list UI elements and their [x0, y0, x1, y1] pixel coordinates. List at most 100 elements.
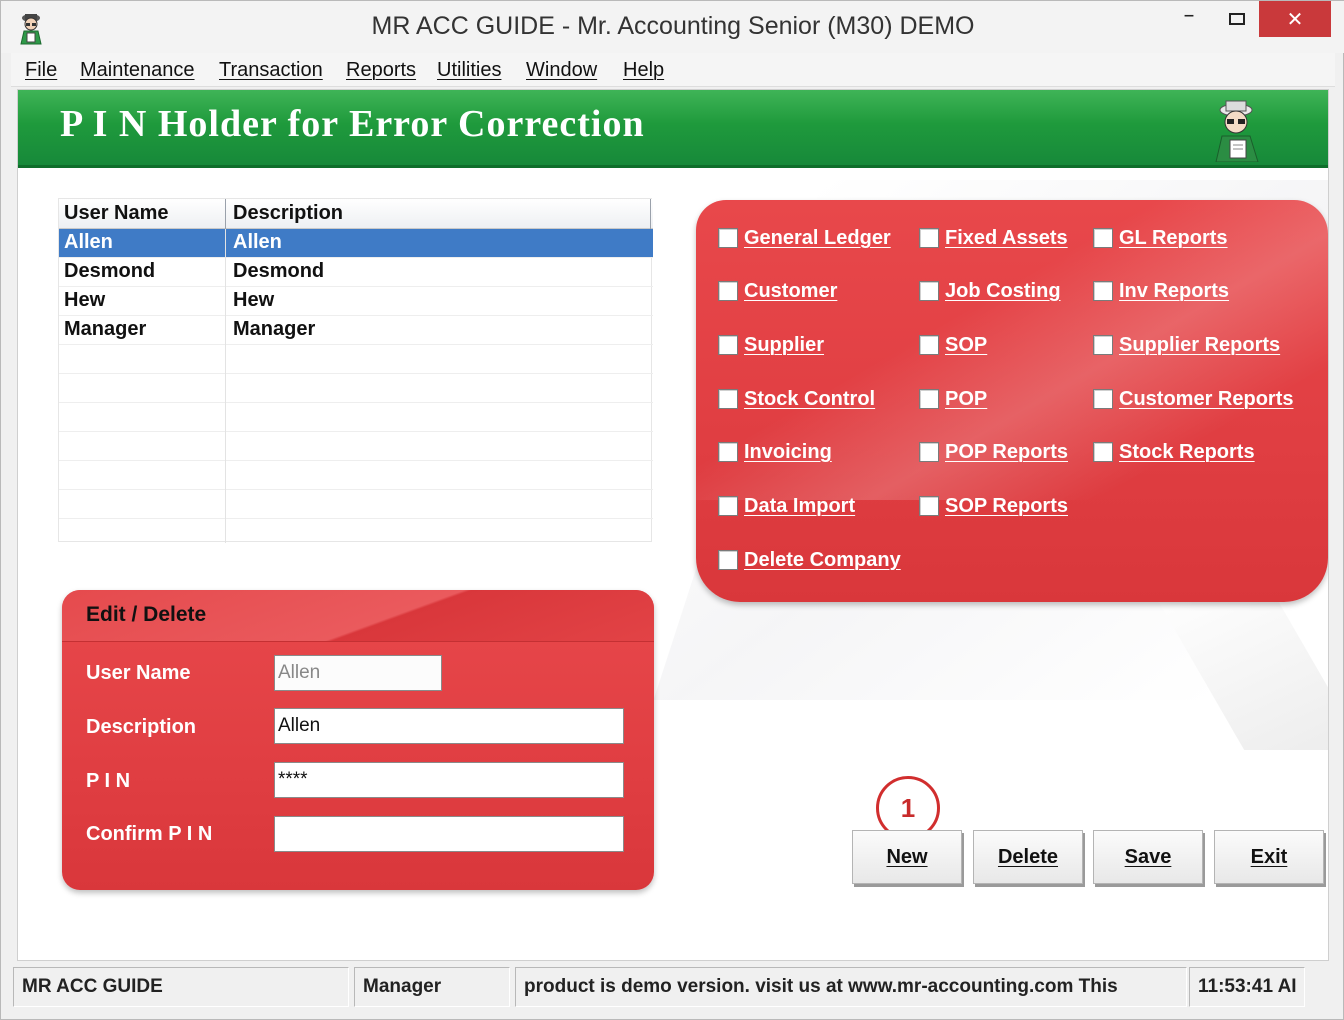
menu-maintenance[interactable]: Maintenance [80, 59, 195, 82]
checkbox-stock-reports[interactable]: Stock Reports [1093, 438, 1255, 466]
checkbox-box[interactable] [919, 335, 939, 355]
user-name-label: User Name [86, 662, 191, 684]
checkbox-box[interactable] [919, 389, 939, 409]
column-separator[interactable] [650, 199, 651, 229]
checkbox-label[interactable]: POP Reports [945, 441, 1068, 464]
delete-button[interactable]: Delete [973, 830, 1083, 884]
column-header-user-name[interactable]: User Name [64, 202, 169, 225]
menu-reports[interactable]: Reports [346, 59, 416, 82]
checkbox-box[interactable] [919, 496, 939, 516]
empty-row[interactable] [59, 490, 653, 519]
minimize-button[interactable]: – [1165, 1, 1213, 37]
checkbox-label[interactable]: Data Import [744, 495, 855, 518]
menu-utilities[interactable]: Utilities [437, 59, 501, 82]
description-field[interactable] [274, 708, 624, 744]
menu-help[interactable]: Help [623, 59, 664, 82]
empty-row[interactable] [59, 432, 653, 461]
empty-row[interactable] [59, 461, 653, 490]
edit-panel-title: Edit / Delete [86, 603, 207, 626]
checkbox-label[interactable]: General Ledger [744, 227, 891, 250]
empty-row[interactable] [59, 345, 653, 374]
checkbox-inv-reports[interactable]: Inv Reports [1093, 277, 1229, 305]
menu-transaction[interactable]: Transaction [219, 59, 323, 82]
checkbox-label[interactable]: Inv Reports [1119, 280, 1229, 303]
cell-description: Allen [233, 231, 282, 253]
column-header-description[interactable]: Description [233, 202, 343, 225]
confirm-pin-field[interactable] [274, 816, 624, 852]
checkbox-invoicing[interactable]: Invoicing [718, 438, 832, 466]
window-title: MR ACC GUIDE - Mr. Accounting Senior (M3… [371, 12, 975, 40]
table-row[interactable]: Hew Hew [59, 287, 653, 316]
checkbox-label[interactable]: Customer [744, 280, 837, 303]
module-permissions-panel: General Ledger Fixed Assets GL Reports C… [696, 200, 1328, 602]
checkbox-box[interactable] [919, 281, 939, 301]
checkbox-pop-reports[interactable]: POP Reports [919, 438, 1068, 466]
checkbox-label[interactable]: Delete Company [744, 549, 901, 572]
checkbox-supplier[interactable]: Supplier [718, 331, 824, 359]
empty-row[interactable] [59, 403, 653, 432]
column-separator[interactable] [225, 199, 226, 229]
checkbox-box[interactable] [718, 496, 738, 516]
checkbox-box[interactable] [718, 335, 738, 355]
cell-user-name: Hew [64, 289, 106, 311]
minimize-icon: – [1183, 3, 1195, 28]
menu-window[interactable]: Window [526, 59, 597, 82]
checkbox-box[interactable] [718, 228, 738, 248]
checkbox-box[interactable] [718, 550, 738, 570]
checkbox-pop[interactable]: POP [919, 385, 987, 413]
checkbox-label[interactable]: Job Costing [945, 280, 1061, 303]
table-row[interactable]: Manager Manager [59, 316, 653, 345]
checkbox-box[interactable] [919, 442, 939, 462]
new-button[interactable]: New [852, 830, 962, 884]
confirm-pin-label: Confirm P I N [86, 823, 213, 845]
checkbox-gl-reports[interactable]: GL Reports [1093, 224, 1228, 252]
checkbox-label[interactable]: Supplier Reports [1119, 334, 1280, 357]
checkbox-general-ledger[interactable]: General Ledger [718, 224, 891, 252]
checkbox-label[interactable]: Customer Reports [1119, 388, 1293, 411]
menu-file[interactable]: File [25, 59, 57, 82]
user-name-field[interactable] [274, 655, 442, 691]
checkbox-box[interactable] [1093, 228, 1113, 248]
cell-user-name: Manager [64, 318, 147, 340]
checkbox-label[interactable]: GL Reports [1119, 227, 1228, 250]
empty-row[interactable] [59, 374, 653, 403]
status-bar: MR ACC GUIDE Manager product is demo ver… [11, 965, 1335, 1009]
checkbox-customer[interactable]: Customer [718, 277, 837, 305]
grid-header: User Name Description [59, 199, 653, 229]
checkbox-box[interactable] [1093, 281, 1113, 301]
checkbox-box[interactable] [718, 281, 738, 301]
checkbox-label[interactable]: SOP [945, 334, 987, 357]
checkbox-label[interactable]: SOP Reports [945, 495, 1068, 518]
checkbox-data-import[interactable]: Data Import [718, 492, 855, 520]
close-button[interactable]: ✕ [1259, 1, 1331, 37]
checkbox-customer-reports[interactable]: Customer Reports [1093, 385, 1293, 413]
checkbox-box[interactable] [1093, 335, 1113, 355]
checkbox-job-costing[interactable]: Job Costing [919, 277, 1061, 305]
checkbox-label[interactable]: POP [945, 388, 987, 411]
pin-field[interactable] [274, 762, 624, 798]
exit-button[interactable]: Exit [1214, 830, 1324, 884]
checkbox-fixed-assets[interactable]: Fixed Assets [919, 224, 1068, 252]
maximize-button[interactable] [1213, 1, 1261, 37]
checkbox-supplier-reports[interactable]: Supplier Reports [1093, 331, 1280, 359]
table-row[interactable]: Desmond Desmond [59, 258, 653, 287]
table-row[interactable]: Allen Allen [59, 229, 653, 258]
checkbox-label[interactable]: Invoicing [744, 441, 832, 464]
checkbox-label[interactable]: Stock Reports [1119, 441, 1255, 464]
mascot-logo-icon [1206, 96, 1270, 163]
checkbox-stock-control[interactable]: Stock Control [718, 385, 875, 413]
checkbox-sop-reports[interactable]: SOP Reports [919, 492, 1068, 520]
checkbox-label[interactable]: Stock Control [744, 388, 875, 411]
checkbox-box[interactable] [1093, 442, 1113, 462]
pin-label: P I N [86, 770, 131, 792]
checkbox-label[interactable]: Supplier [744, 334, 824, 357]
checkbox-delete-company[interactable]: Delete Company [718, 546, 901, 574]
checkbox-box[interactable] [1093, 389, 1113, 409]
checkbox-sop[interactable]: SOP [919, 331, 987, 359]
checkbox-box[interactable] [919, 228, 939, 248]
menu-bar: File Maintenance Transaction Reports Uti… [11, 53, 1335, 87]
save-button[interactable]: Save [1093, 830, 1203, 884]
checkbox-label[interactable]: Fixed Assets [945, 227, 1068, 250]
checkbox-box[interactable] [718, 389, 738, 409]
checkbox-box[interactable] [718, 442, 738, 462]
